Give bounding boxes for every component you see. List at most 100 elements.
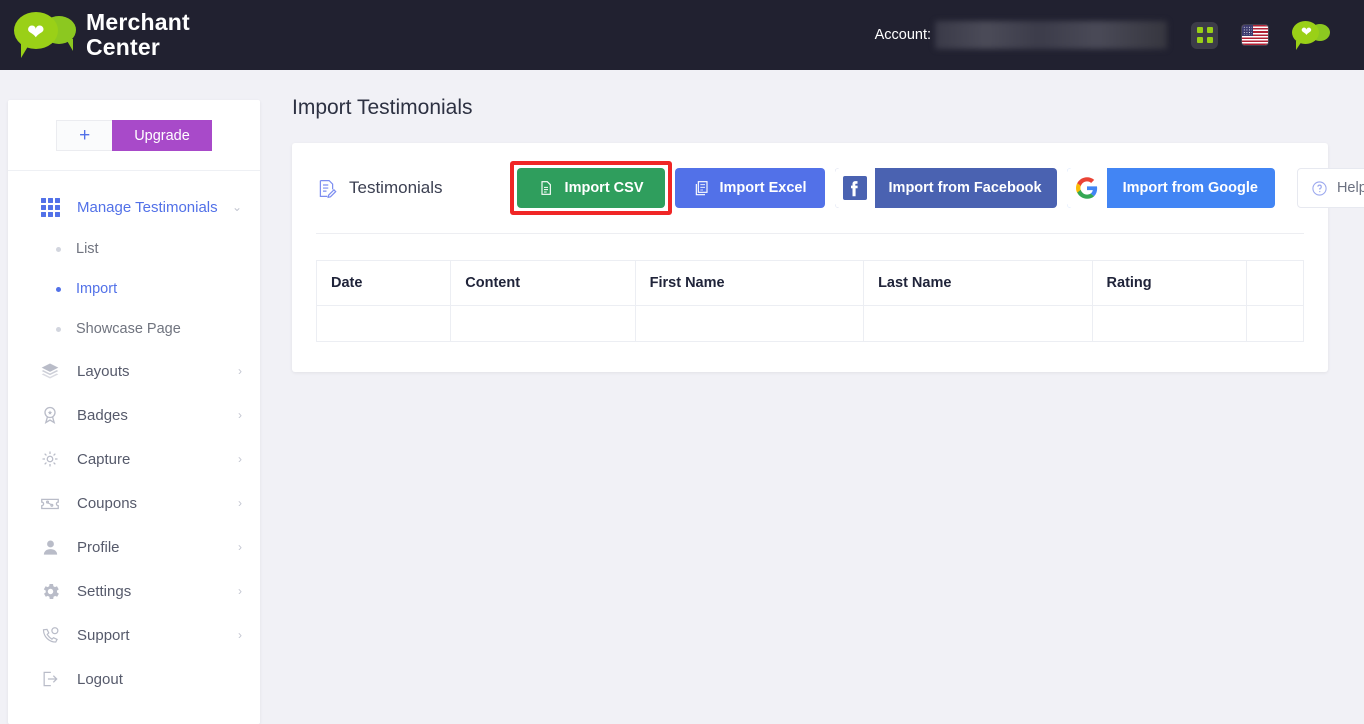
- import-csv-button[interactable]: Import CSV: [516, 168, 665, 208]
- sidebar-item-support[interactable]: Support ›: [8, 613, 260, 657]
- app-header: ❤ Merchant Center Account: ❤: [0, 0, 1364, 70]
- testimonials-card: Testimonials Import CSV Import Excel Imp…: [292, 143, 1364, 372]
- testimonials-table: Date Content First Name Last Name Rating: [315, 260, 1305, 342]
- section-title-label: Testimonials: [349, 178, 443, 197]
- table-row-empty: [315, 305, 1305, 342]
- header-actions: Account: ❤: [875, 21, 1330, 50]
- import-from-google-button[interactable]: Import from Google: [1066, 168, 1275, 208]
- import-from-facebook-label: Import from Facebook: [888, 180, 1042, 196]
- sidebar-item-manage-testimonials[interactable]: Manage Testimonials ⌄: [8, 185, 260, 229]
- sidebar-item-settings[interactable]: Settings ›: [8, 569, 260, 613]
- help-button[interactable]: Help ⌄: [1296, 168, 1364, 208]
- sidebar-item-list[interactable]: List: [8, 229, 260, 269]
- table-cell: [1091, 305, 1247, 342]
- merchant-center-logo-icon-small[interactable]: ❤: [1292, 21, 1330, 50]
- grid-icon: [38, 195, 62, 219]
- sidebar-item-label: Coupons: [77, 494, 138, 512]
- heart-icon: ❤: [27, 21, 45, 44]
- chevron-right-icon: ›: [238, 408, 242, 422]
- table-cell: [863, 305, 1093, 342]
- chevron-down-icon: ⌄: [231, 200, 242, 214]
- column-header-content[interactable]: Content: [450, 260, 636, 306]
- us-flag-icon[interactable]: [1242, 25, 1268, 45]
- table-cell: [634, 305, 865, 342]
- sidebar-item-badges[interactable]: Badges ›: [8, 393, 260, 437]
- bullet-icon: [56, 286, 61, 292]
- gear-icon: [38, 579, 62, 603]
- column-header-actions: [1245, 260, 1305, 306]
- page-title: Import Testimonials: [292, 96, 473, 119]
- upgrade-button[interactable]: Upgrade: [112, 120, 212, 151]
- google-icon: [1066, 168, 1107, 208]
- grid-apps-icon[interactable]: [1191, 21, 1218, 49]
- card-header: Testimonials Import CSV Import Excel Imp…: [316, 143, 1364, 234]
- chevron-right-icon: ›: [238, 628, 242, 642]
- import-csv-label: Import CSV: [564, 180, 644, 196]
- facebook-icon: [834, 168, 875, 208]
- table-cell: [1245, 305, 1305, 342]
- sidebar-item-label: Logout: [77, 670, 123, 688]
- column-header-date[interactable]: Date: [315, 260, 452, 306]
- add-button[interactable]: +: [56, 120, 113, 151]
- user-icon: [38, 535, 62, 559]
- sidebar-sub-label: Import: [76, 281, 118, 297]
- account-value-redacted: [935, 21, 1167, 49]
- chevron-right-icon: ›: [238, 364, 242, 378]
- import-from-google-label: Import from Google: [1122, 180, 1258, 196]
- account-display: Account:: [875, 21, 1167, 49]
- sidebar-nav: Manage Testimonials ⌄ List Import Showca…: [8, 171, 260, 701]
- logout-icon: [38, 667, 62, 691]
- coupon-icon: [38, 491, 62, 515]
- brand-title-line2: Center: [86, 34, 161, 60]
- import-excel-button[interactable]: Import Excel: [674, 168, 825, 208]
- layers-icon: [38, 359, 62, 383]
- sidebar-item-label: Support: [77, 626, 130, 644]
- capture-icon: [38, 447, 62, 471]
- upgrade-row: + Upgrade: [8, 100, 260, 171]
- sidebar: + Upgrade Manage Testimonials ⌄ List Imp…: [8, 100, 260, 724]
- column-header-rating[interactable]: Rating: [1091, 260, 1247, 306]
- merchant-center-logo-icon: ❤: [12, 10, 78, 60]
- sidebar-item-showcase-page[interactable]: Showcase Page: [8, 309, 260, 349]
- sidebar-item-coupons[interactable]: Coupons ›: [8, 481, 260, 525]
- chevron-right-icon: ›: [238, 496, 242, 510]
- account-label: Account:: [874, 27, 931, 43]
- help-label: Help: [1336, 180, 1364, 196]
- bullet-icon: [56, 326, 61, 332]
- chevron-right-icon: ›: [238, 540, 242, 554]
- section-title: Testimonials: [316, 178, 443, 199]
- sidebar-item-layouts[interactable]: Layouts ›: [8, 349, 260, 393]
- import-button-row: Import CSV Import Excel Import from Face…: [516, 168, 1364, 208]
- brand-title-line1: Merchant: [86, 9, 190, 35]
- headset-phone-icon: [38, 623, 62, 647]
- sidebar-item-label: Badges: [77, 406, 128, 424]
- badge-icon: [38, 403, 62, 427]
- import-from-facebook-button[interactable]: Import from Facebook: [834, 168, 1057, 208]
- sidebar-item-capture[interactable]: Capture ›: [8, 437, 260, 481]
- table-cell: [315, 305, 452, 342]
- sidebar-item-logout[interactable]: Logout: [8, 657, 260, 701]
- sidebar-item-label: Manage Testimonials: [77, 198, 218, 216]
- sidebar-item-profile[interactable]: Profile ›: [8, 525, 260, 569]
- sidebar-sub-label: Showcase Page: [76, 321, 181, 337]
- sidebar-item-label: Layouts: [77, 362, 130, 380]
- chevron-right-icon: ›: [238, 452, 242, 466]
- column-header-last-name[interactable]: Last Name: [863, 260, 1093, 306]
- bullet-icon: [56, 246, 61, 252]
- brand-title: Merchant Center: [86, 10, 190, 60]
- testimonials-table-wrap: Date Content First Name Last Name Rating: [315, 234, 1305, 372]
- chevron-right-icon: ›: [238, 584, 242, 598]
- question-circle-icon: [1311, 180, 1328, 197]
- table-cell: [450, 305, 636, 342]
- table-header-row: Date Content First Name Last Name Rating: [315, 260, 1305, 306]
- column-header-first-name[interactable]: First Name: [634, 260, 865, 306]
- table-body: [315, 305, 1305, 342]
- main-content: Import Testimonials Testimonials Import …: [292, 96, 1364, 372]
- sidebar-item-import[interactable]: Import: [8, 269, 260, 309]
- sidebar-item-label: Capture: [77, 450, 131, 468]
- sidebar-item-label: Profile: [77, 538, 120, 556]
- csv-file-icon: [538, 180, 554, 196]
- sidebar-item-label: Settings: [77, 582, 132, 600]
- import-excel-label: Import Excel: [719, 180, 807, 196]
- brand-logo[interactable]: ❤ Merchant Center: [12, 10, 190, 60]
